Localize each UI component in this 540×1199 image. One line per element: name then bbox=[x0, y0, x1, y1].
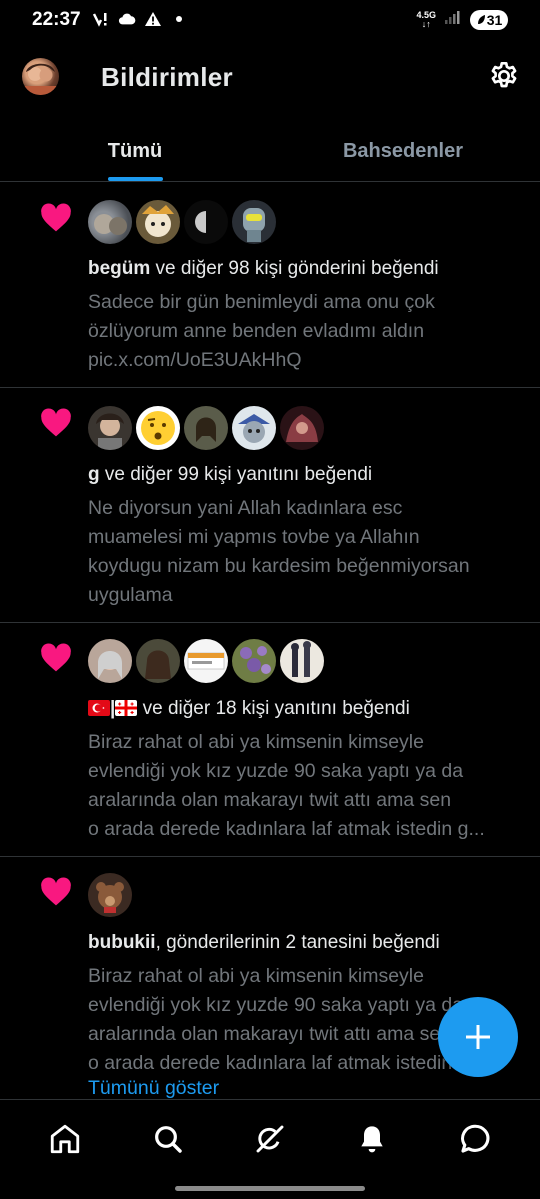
grok-icon[interactable] bbox=[250, 1119, 290, 1159]
avatar[interactable] bbox=[136, 639, 180, 683]
avatar[interactable] bbox=[232, 639, 276, 683]
avatar[interactable] bbox=[88, 406, 132, 450]
status-notification-icons bbox=[92, 10, 182, 28]
avatar[interactable] bbox=[280, 406, 324, 450]
plus-icon bbox=[466, 1025, 490, 1049]
notification-title: | ve diğer 18 kişi yanıtını beğendi bbox=[88, 698, 410, 720]
notification-title: bubukii, gönderilerinin 2 tanesini beğen… bbox=[88, 932, 440, 953]
avatar[interactable] bbox=[232, 200, 276, 244]
heart-icon bbox=[40, 408, 72, 438]
status-system-icons: 4.5G ↓↑ 31 bbox=[416, 9, 508, 30]
notification-title: g ve diğer 99 kişi yanıtını beğendi bbox=[88, 464, 373, 485]
liker-avatars bbox=[88, 639, 324, 683]
turkey-flag-icon bbox=[88, 700, 110, 716]
tab-all[interactable]: Tümü bbox=[0, 120, 270, 181]
liker-avatars bbox=[88, 406, 324, 450]
notification-tabs: Tümü Bahsedenler bbox=[0, 120, 540, 182]
bottom-navigation bbox=[0, 1099, 540, 1177]
compose-button[interactable] bbox=[438, 997, 518, 1077]
settings-gear-icon[interactable] bbox=[488, 60, 520, 92]
notification-item[interactable]: begüm ve diğer 98 kişi gönderini beğendi… bbox=[0, 183, 540, 388]
avatar[interactable] bbox=[184, 406, 228, 450]
messages-icon[interactable] bbox=[455, 1119, 495, 1159]
user-name[interactable]: begüm bbox=[88, 258, 150, 279]
active-tab-indicator bbox=[108, 177, 163, 181]
user-name[interactable]: g bbox=[88, 464, 100, 485]
home-icon[interactable] bbox=[45, 1119, 85, 1159]
georgia-flag-icon bbox=[115, 700, 138, 716]
liker-avatars bbox=[88, 873, 132, 917]
signal-icon bbox=[444, 9, 462, 30]
notification-title: begüm ve diğer 98 kişi gönderini beğendi bbox=[88, 258, 439, 279]
wifi-alert-icon bbox=[92, 10, 110, 28]
avatar[interactable] bbox=[184, 639, 228, 683]
app-header: Bildirimler bbox=[0, 50, 540, 106]
warning-icon bbox=[144, 10, 162, 28]
status-bar: 22:37 4.5G ↓↑ 31 bbox=[0, 0, 540, 42]
notifications-icon[interactable] bbox=[352, 1119, 392, 1159]
heart-icon bbox=[40, 643, 72, 673]
notification-body: Biraz rahat ol abi ya kimsenin kimseyle … bbox=[88, 731, 485, 840]
avatar[interactable] bbox=[88, 873, 132, 917]
avatar[interactable] bbox=[136, 406, 180, 450]
avatar[interactable] bbox=[232, 406, 276, 450]
avatar[interactable] bbox=[136, 200, 180, 244]
avatar[interactable] bbox=[88, 200, 132, 244]
battery-indicator: 31 bbox=[470, 9, 508, 30]
profile-avatar[interactable] bbox=[22, 58, 59, 95]
notification-item[interactable]: | ve diğer 18 kişi yanıtını beğendi Bira… bbox=[0, 623, 540, 857]
avatar[interactable] bbox=[280, 639, 324, 683]
user-name[interactable]: bubukii bbox=[88, 932, 156, 953]
heart-icon bbox=[40, 877, 72, 907]
show-more-link[interactable]: Tümünü göster bbox=[88, 1077, 219, 1100]
liker-avatars bbox=[88, 200, 276, 244]
search-icon[interactable] bbox=[148, 1119, 188, 1159]
notification-body: Sadece bir gün benimleydi ama onu çok öz… bbox=[88, 291, 435, 371]
notification-item[interactable]: g ve diğer 99 kişi yanıtını beğendi Ne d… bbox=[0, 388, 540, 623]
tab-mentions[interactable]: Bahsedenler bbox=[270, 120, 540, 181]
gesture-bar[interactable] bbox=[175, 1186, 365, 1191]
notification-body: Ne diyorsun yani Allah kadınlara esc mua… bbox=[88, 497, 470, 606]
avatar[interactable] bbox=[88, 639, 132, 683]
network-type: 4.5G ↓↑ bbox=[416, 9, 436, 29]
cloud-icon bbox=[118, 10, 136, 28]
avatar[interactable] bbox=[184, 200, 228, 244]
heart-icon bbox=[40, 203, 72, 233]
battery-saver-icon bbox=[477, 14, 485, 24]
status-time: 22:37 bbox=[32, 9, 81, 30]
user-name[interactable]: | bbox=[88, 698, 143, 719]
page-title: Bildirimler bbox=[101, 62, 233, 92]
more-notifications-dot bbox=[176, 16, 182, 22]
